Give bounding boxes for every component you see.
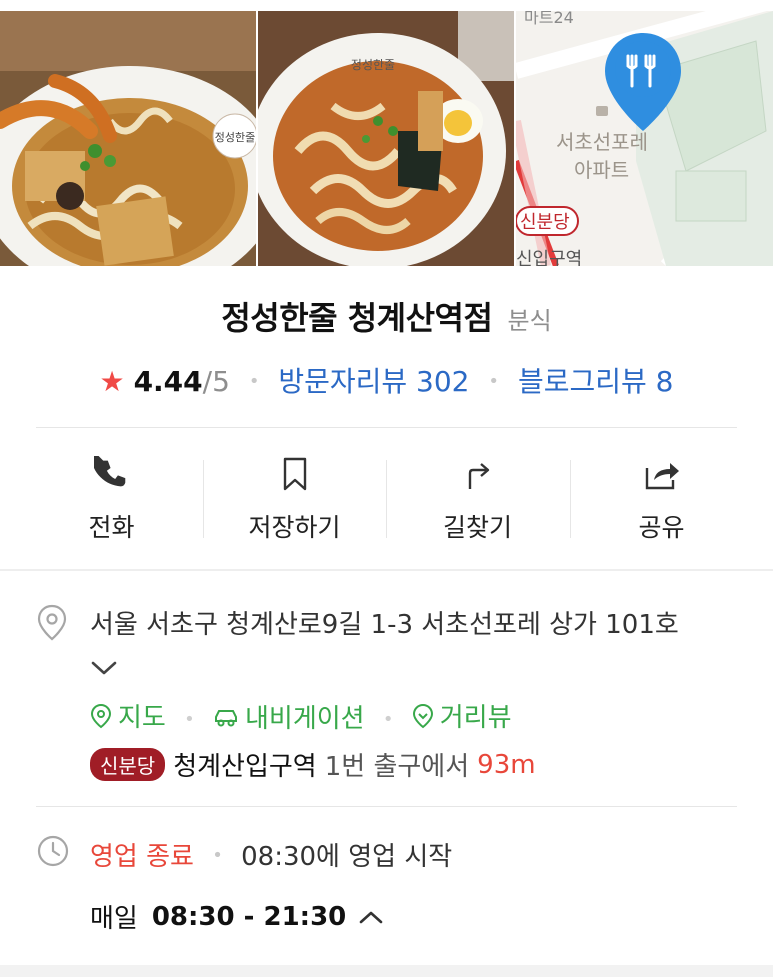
next-opening: 08:30에 영업 시작 [241, 842, 453, 872]
phone-icon [93, 456, 125, 487]
blog-reviews-link[interactable]: 블로그리뷰 8 [518, 365, 674, 398]
navigation-link[interactable]: 내비게이션 [213, 698, 365, 735]
directions-icon [468, 463, 489, 489]
subway-station: 청계산입구역 [173, 752, 317, 782]
bowl-logo-text: 정성한줄 [215, 131, 255, 144]
share-icon [645, 463, 679, 490]
subway-info: 신분당 청계산입구역 1번 출구에서 93m [90, 746, 536, 783]
hours-time: 08:30 - 21:30 [151, 901, 347, 932]
rating-score: 4.44 [133, 365, 203, 398]
share-label: 공유 [638, 513, 685, 542]
place-category: 분식 [507, 307, 552, 335]
rating-row: ★ 4.44/5 • 방문자리뷰 302 • 블로그리뷰 8 [0, 360, 773, 400]
street-view-link[interactable]: 거리뷰 [412, 697, 512, 734]
map-pin-icon [90, 703, 112, 728]
separator-dot: • [248, 371, 260, 392]
chevron-down-icon[interactable] [90, 658, 118, 678]
photo-udon-shrimp[interactable]: 정성한줄 [0, 11, 256, 266]
call-button[interactable]: 전화 [20, 446, 203, 556]
subway-distance: 93m [477, 749, 536, 780]
location-links: 지도 • 내비게이션 • 거리뷰 [90, 697, 512, 736]
save-label: 저장하기 [248, 513, 341, 542]
hours-days: 매일 [90, 904, 138, 934]
share-button[interactable]: 공유 [570, 446, 753, 556]
bowl-logo-text: 정성한줄 [351, 58, 395, 72]
rating-max: /5 [202, 365, 230, 398]
hours-detail[interactable]: 매일 08:30 - 21:30 [90, 898, 384, 935]
map-label-building-2: 아파트 [574, 158, 629, 182]
directions-button[interactable]: 길찾기 [386, 446, 569, 556]
save-button[interactable]: 저장하기 [203, 446, 386, 556]
street-view-icon [412, 703, 433, 728]
separator-dot: • [488, 371, 500, 392]
navigation-link-label: 내비게이션 [245, 704, 365, 734]
closed-status: 영업 종료 [90, 842, 194, 872]
directions-label: 길찾기 [442, 513, 512, 542]
subway-exit: 1번 출구에서 [324, 752, 470, 782]
clock-icon [37, 835, 69, 867]
separator-dot: • [184, 708, 195, 730]
car-icon [215, 709, 237, 726]
street-view-link-label: 거리뷰 [439, 703, 512, 733]
map-line-badge: 신분당 [520, 212, 570, 233]
place-title-row: 정성한줄 청계산역점 분식 [0, 293, 773, 339]
bottom-section-divider [0, 965, 773, 977]
bookmark-icon [283, 457, 306, 491]
divider [36, 806, 737, 807]
photo-strip: 정성한줄 정성한줄 마트24 서초선포레 아파트 신분당 신입구역 [0, 11, 773, 266]
map-link-label: 지도 [118, 703, 166, 733]
subway-line-badge: 신분당 [90, 748, 166, 781]
address-text: 서울 서초구 청계산로9길 1-3 서초선포레 상가 101호 [90, 610, 679, 640]
photo-udon-egg[interactable]: 정성한줄 [258, 11, 514, 266]
map-label-top: 마트24 [524, 11, 574, 27]
action-bar: 전화 저장하기 길찾기 공유 [20, 446, 753, 556]
business-status: 영업 종료 • 08:30에 영업 시작 [90, 836, 452, 873]
map-link[interactable]: 지도 [90, 697, 166, 734]
separator-dot: • [382, 708, 394, 730]
place-name: 정성한줄 청계산역점 [221, 299, 493, 337]
visitor-reviews-link[interactable]: 방문자리뷰 302 [278, 365, 469, 398]
divider [36, 427, 737, 428]
separator-dot: • [212, 845, 223, 866]
mini-map[interactable]: 마트24 서초선포레 아파트 신분당 신입구역 [516, 11, 773, 266]
map-station-label: 신입구역 [516, 249, 582, 266]
section-divider [0, 569, 773, 571]
call-label: 전화 [88, 513, 135, 542]
map-label-building: 서초선포레 [556, 130, 648, 154]
star-icon: ★ [99, 365, 125, 398]
location-pin-icon [37, 604, 67, 641]
chevron-up-icon[interactable] [358, 908, 384, 926]
